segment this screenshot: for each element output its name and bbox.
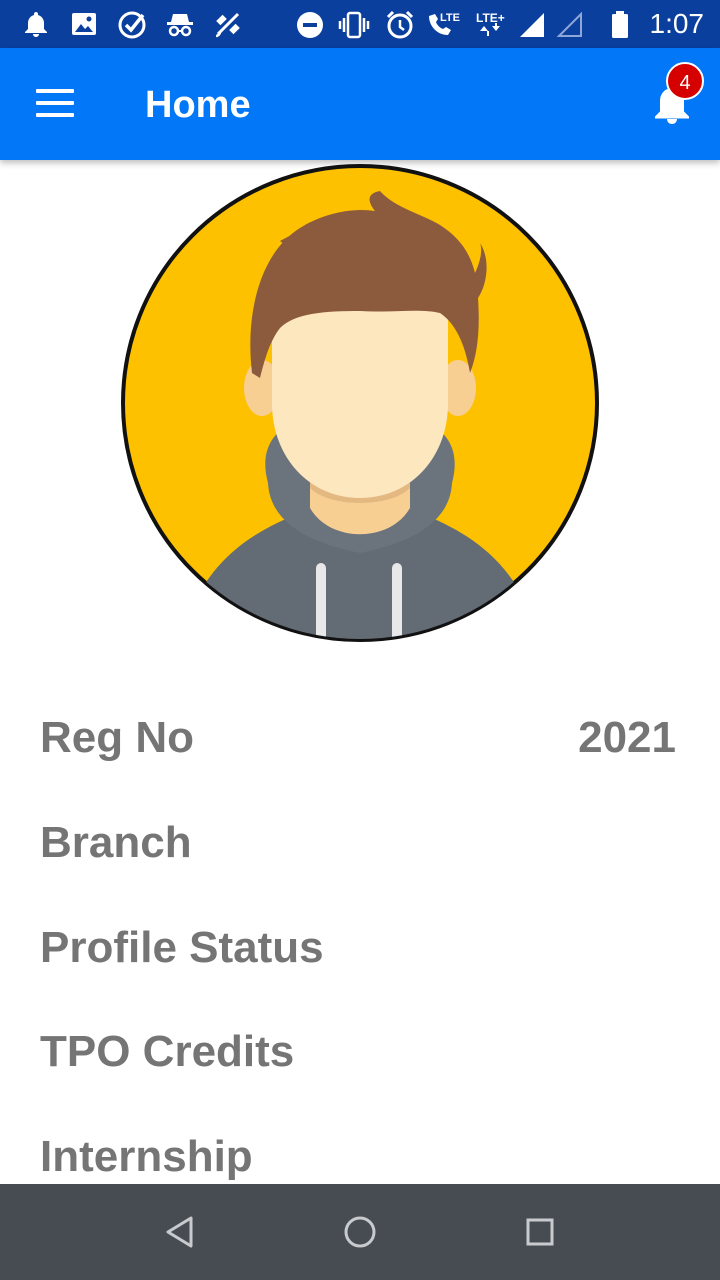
app-bar: Home: [0, 48, 720, 160]
incognito-icon: [164, 8, 196, 40]
status-bar: LTE LTE+ 1:07: [0, 0, 720, 48]
satellite-icon: [212, 8, 244, 40]
do-not-disturb-icon: [294, 8, 326, 40]
menu-icon: [36, 89, 74, 93]
tpo-credits-label: TPO Credits: [40, 1027, 295, 1076]
notification-badge: 4: [666, 62, 704, 100]
image-icon: [68, 8, 100, 40]
lte-plus-icon: LTE+: [474, 8, 514, 40]
data-network-label: LTE+: [476, 11, 505, 25]
page-title: Home: [145, 84, 251, 126]
tpo-credits-row: TPO Credits: [40, 1012, 680, 1092]
signal-empty-icon: [554, 8, 586, 40]
vibrate-icon: [338, 8, 370, 40]
home-icon: [344, 1216, 376, 1248]
back-button[interactable]: [156, 1208, 204, 1256]
battery-icon: [604, 8, 636, 40]
navigation-bar: [0, 1184, 720, 1280]
clock: 1:07: [649, 8, 705, 39]
recents-button[interactable]: [516, 1208, 564, 1256]
volte-call-icon: LTE: [424, 8, 464, 40]
alarm-icon: [384, 8, 416, 40]
call-network-label: LTE: [440, 12, 460, 24]
recents-icon: [526, 1218, 554, 1246]
reg-no-value: 2021: [578, 713, 676, 762]
home-button[interactable]: [336, 1208, 384, 1256]
check-circle-icon: [116, 8, 148, 40]
bell-icon: [20, 8, 52, 40]
user-avatar-icon: [121, 164, 599, 642]
profile-status-label: Profile Status: [40, 923, 324, 972]
back-icon: [166, 1216, 193, 1248]
branch-row: Branch: [40, 803, 680, 883]
user-avatar[interactable]: [120, 163, 600, 643]
branch-label: Branch: [40, 818, 192, 867]
reg-no-label: Reg No: [40, 713, 194, 762]
profile-status-row: Profile Status: [40, 908, 680, 988]
home-screen: LTE LTE+ 1:07 Home 4 Reg No 2021 Branch …: [0, 0, 720, 1280]
signal-icon: [516, 8, 548, 40]
reg-no-row: Reg No 2021: [40, 698, 680, 778]
menu-button[interactable]: [28, 84, 84, 124]
